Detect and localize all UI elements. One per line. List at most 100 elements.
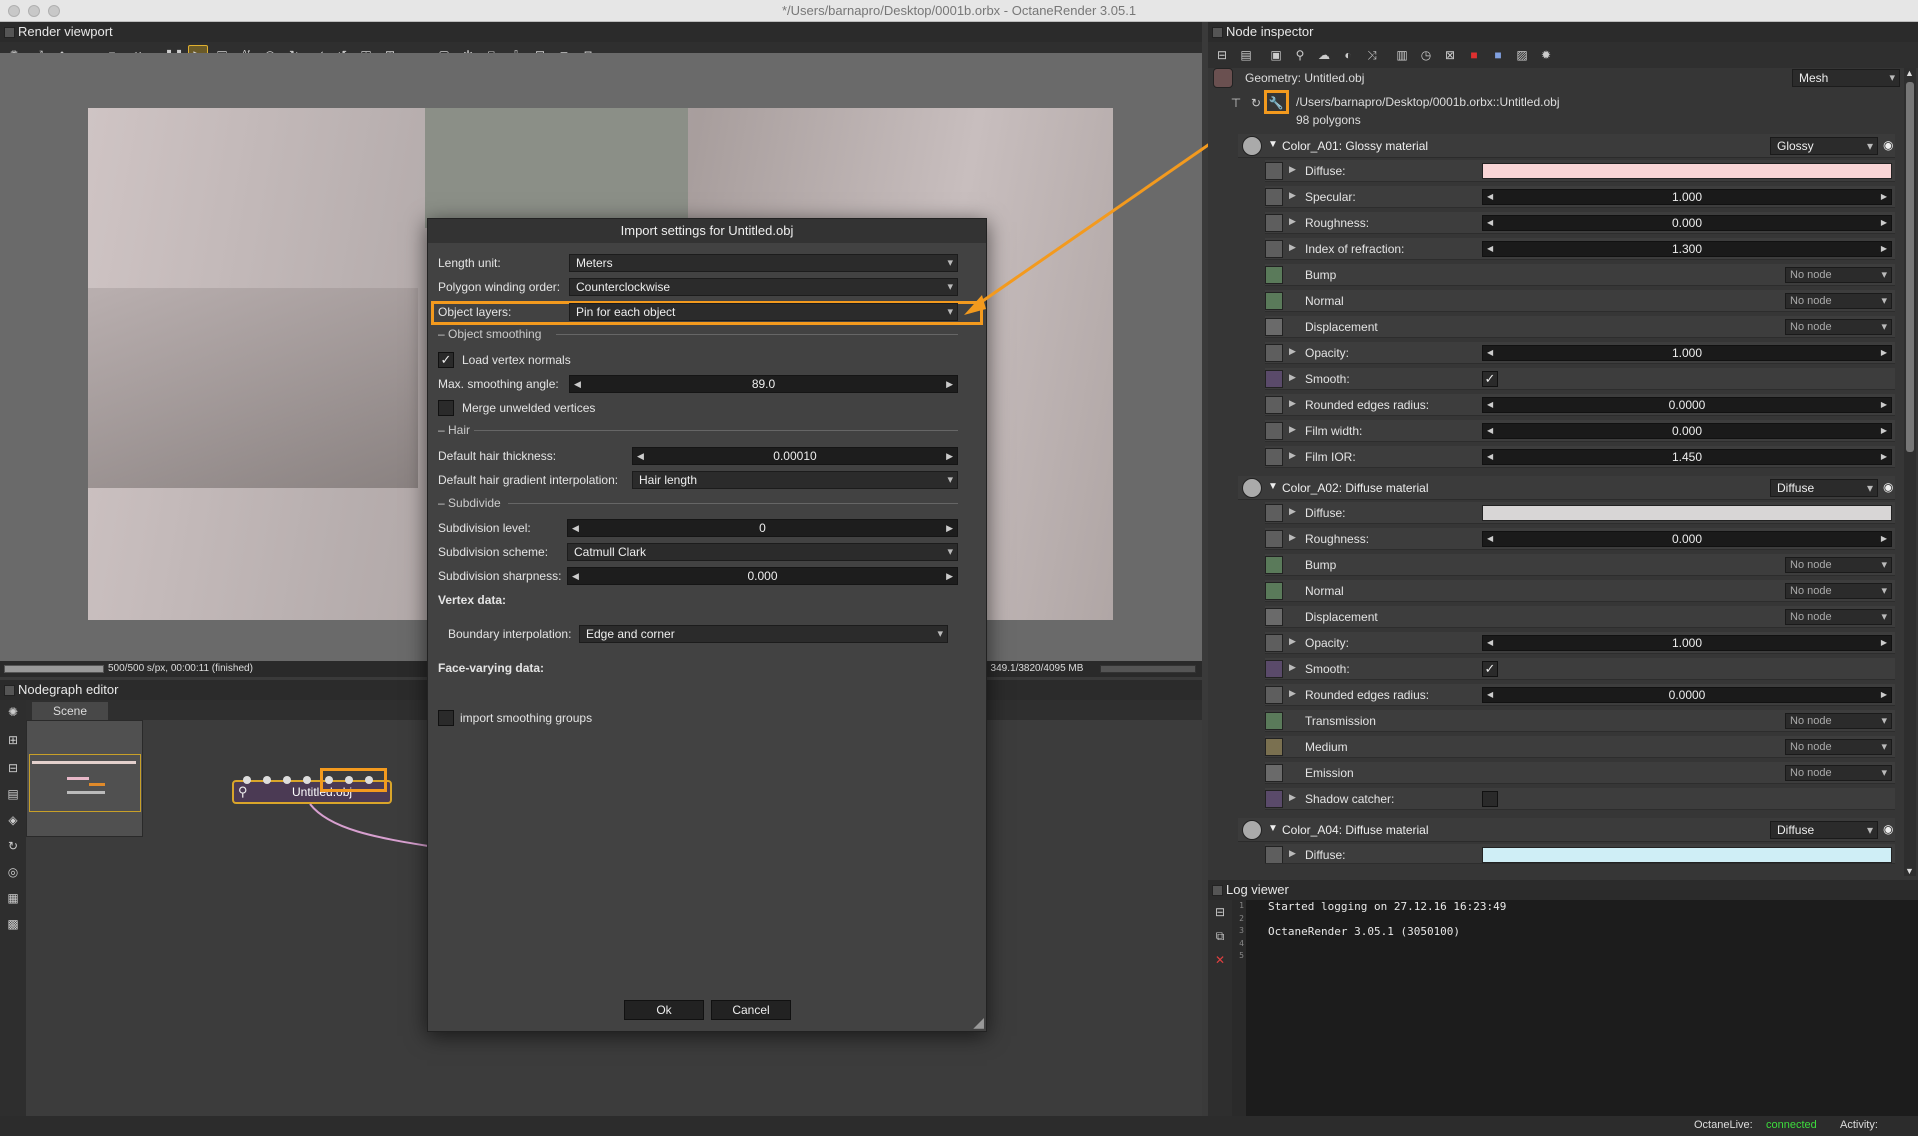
eye-icon[interactable]: ◉ — [1883, 138, 1893, 152]
rounded-edges-slider[interactable]: ◀ 0.0000 ▶ — [1482, 397, 1892, 413]
param-row-bump[interactable]: Bump No node — [1265, 554, 1895, 576]
param-row-diffuse[interactable]: ▶ Diffuse: — [1265, 844, 1895, 864]
no-node-dropdown[interactable]: No node — [1785, 765, 1892, 781]
blue-cube-icon[interactable]: ■ — [1488, 45, 1508, 65]
material-type-dropdown[interactable]: Diffuse — [1770, 479, 1878, 497]
expand-arrow-icon[interactable]: ▶ — [1289, 398, 1296, 409]
reload-geometry-icon[interactable]: ↻ — [1246, 93, 1266, 113]
group-icon[interactable]: ▤ — [3, 784, 23, 804]
boundary-interpolation-dropdown[interactable]: Edge and corner — [579, 625, 948, 643]
texture-pin-icon[interactable] — [1265, 448, 1283, 466]
param-row-ior[interactable]: ▶ Index of refraction: ◀ 1.300 ▶ — [1265, 238, 1895, 260]
roughness-slider[interactable]: ◀ 0.000 ▶ — [1482, 215, 1892, 231]
expand-arrow-icon[interactable]: ▶ — [1289, 532, 1296, 543]
load-vertex-normals-checkbox[interactable]: ✓ — [438, 352, 454, 368]
material-header[interactable]: ▼ Color_A04: Diffuse material Diffuse ◉ — [1238, 818, 1895, 842]
material-header[interactable]: ▼ Color_A01: Glossy material Glossy ◉ — [1238, 134, 1895, 158]
image-icon[interactable]: ▨ — [1512, 45, 1532, 65]
texture-pin-icon[interactable] — [1265, 188, 1283, 206]
param-row-smooth[interactable]: ▶ Smooth: ✓ — [1265, 658, 1895, 680]
expand-arrow-icon[interactable]: ▶ — [1289, 372, 1296, 383]
kernel-icon[interactable]: ⊠ — [1440, 45, 1460, 65]
texture-pin-icon[interactable] — [1265, 240, 1283, 258]
diffuse-color-swatch[interactable] — [1482, 505, 1892, 521]
subdivision-level-slider[interactable]: ◀ 0 ▶ — [567, 519, 958, 537]
image-texture-icon[interactable]: ▣ — [1266, 45, 1286, 65]
no-node-dropdown[interactable]: No node — [1785, 583, 1892, 599]
node-settings-icon[interactable]: ✺ — [3, 702, 23, 722]
param-row-rounded-edges[interactable]: ▶ Rounded edges radius: ◀ 0.0000 ▶ — [1265, 684, 1895, 706]
expand-arrow-icon[interactable]: ▶ — [1289, 848, 1296, 859]
zoom-window-button[interactable] — [48, 5, 60, 17]
expand-arrow-icon[interactable]: ▶ — [1289, 450, 1296, 461]
expand-arrow-icon[interactable]: ▶ — [1289, 242, 1296, 253]
texture-pin-icon[interactable] — [1265, 318, 1283, 336]
hair-gradient-dropdown[interactable]: Hair length — [632, 471, 958, 489]
param-row-specular[interactable]: ▶ Specular: ◀ 1.000 ▶ — [1265, 186, 1895, 208]
texture-pin-icon[interactable] — [1265, 530, 1283, 548]
minimize-window-button[interactable] — [28, 5, 40, 17]
subdivision-sharpness-slider[interactable]: ◀ 0.000 ▶ — [567, 567, 958, 585]
expand-arrow-icon[interactable]: ▶ — [1289, 346, 1296, 357]
no-node-dropdown[interactable]: No node — [1785, 713, 1892, 729]
expand-arrow-icon[interactable]: ▶ — [1289, 688, 1296, 699]
texture-pin-icon[interactable] — [1265, 582, 1283, 600]
save-node-icon[interactable]: ⊟ — [1212, 45, 1232, 65]
close-window-button[interactable] — [8, 5, 20, 17]
tab-scene[interactable]: Scene — [32, 702, 108, 720]
node-pin[interactable] — [263, 776, 271, 784]
param-row-shadow-catcher[interactable]: ▶ Shadow catcher: — [1265, 788, 1895, 810]
object-layers-dropdown[interactable]: Pin for each object — [569, 303, 958, 321]
expand-arrow-icon[interactable]: ▶ — [1289, 506, 1296, 517]
param-row-normal[interactable]: Normal No node — [1265, 580, 1895, 602]
ior-slider[interactable]: ◀ 1.300 ▶ — [1482, 241, 1892, 257]
texture-pin-icon[interactable] — [1265, 344, 1283, 362]
diffuse-color-swatch[interactable] — [1482, 847, 1892, 863]
texture-pin-icon[interactable] — [1265, 608, 1283, 626]
param-row-diffuse[interactable]: ▶ Diffuse: — [1265, 160, 1895, 182]
environment-icon[interactable]: ☁ — [1314, 45, 1334, 65]
param-row-transmission[interactable]: Transmission No node — [1265, 710, 1895, 732]
expand-arrow-icon[interactable]: ▼ — [1268, 481, 1278, 492]
material-icon[interactable]: ◐ — [1338, 45, 1358, 65]
mesh-icon[interactable]: ◈ — [3, 810, 23, 830]
no-node-dropdown[interactable]: No node — [1785, 557, 1892, 573]
texture-pin-icon[interactable] — [1265, 738, 1283, 756]
table-icon[interactable]: ▦ — [3, 888, 23, 908]
import-smoothing-groups-checkbox[interactable] — [438, 710, 454, 726]
transform-icon[interactable]: ⤨ — [1362, 45, 1382, 65]
subdivision-scheme-dropdown[interactable]: Catmull Clark — [567, 543, 958, 561]
expand-arrow-icon[interactable]: ▶ — [1289, 424, 1296, 435]
no-node-dropdown[interactable]: No node — [1785, 609, 1892, 625]
texture-pin-icon[interactable] — [1265, 214, 1283, 232]
param-row-film-width[interactable]: ▶ Film width: ◀ 0.000 ▶ — [1265, 420, 1895, 442]
texture-pin-icon[interactable] — [1265, 712, 1283, 730]
param-row-emission[interactable]: Emission No node — [1265, 762, 1895, 784]
node-pin[interactable] — [283, 776, 291, 784]
opacity-slider[interactable]: ◀ 1.000 ▶ — [1482, 345, 1892, 361]
texture-pin-icon[interactable] — [1265, 790, 1283, 808]
film-width-slider[interactable]: ◀ 0.000 ▶ — [1482, 423, 1892, 439]
ok-button[interactable]: Ok — [624, 1000, 704, 1020]
param-row-normal[interactable]: Normal No node — [1265, 290, 1895, 312]
shadow-catcher-checkbox[interactable] — [1482, 791, 1498, 807]
material-header[interactable]: ▼ Color_A02: Diffuse material Diffuse ◉ — [1238, 476, 1895, 500]
geometry-type-dropdown[interactable]: Mesh — [1792, 69, 1900, 87]
texture-pin-icon[interactable] — [1265, 764, 1283, 782]
param-row-diffuse[interactable]: ▶ Diffuse: — [1265, 502, 1895, 524]
eye-icon[interactable]: ◉ — [1883, 822, 1893, 836]
resize-grip-icon[interactable]: ◢ — [973, 1014, 984, 1031]
diffuse-color-swatch[interactable] — [1482, 163, 1892, 179]
grid-table-icon[interactable]: ▩ — [3, 914, 23, 934]
winding-order-dropdown[interactable]: Counterclockwise — [569, 278, 958, 296]
cancel-button[interactable]: Cancel — [711, 1000, 791, 1020]
red-material-icon[interactable]: ■ — [1464, 45, 1484, 65]
arrange-icon[interactable]: ⊟ — [3, 758, 23, 778]
param-row-opacity[interactable]: ▶ Opacity: ◀ 1.000 ▶ — [1265, 342, 1895, 364]
param-row-smooth[interactable]: ▶ Smooth: ✓ — [1265, 368, 1895, 390]
param-row-displacement[interactable]: Displacement No node — [1265, 316, 1895, 338]
scroll-up-arrow-icon[interactable]: ▲ — [1905, 68, 1914, 78]
texture-pin-icon[interactable] — [1265, 686, 1283, 704]
expand-arrow-icon[interactable]: ▶ — [1289, 164, 1296, 175]
eye-icon[interactable]: ◉ — [1883, 480, 1893, 494]
